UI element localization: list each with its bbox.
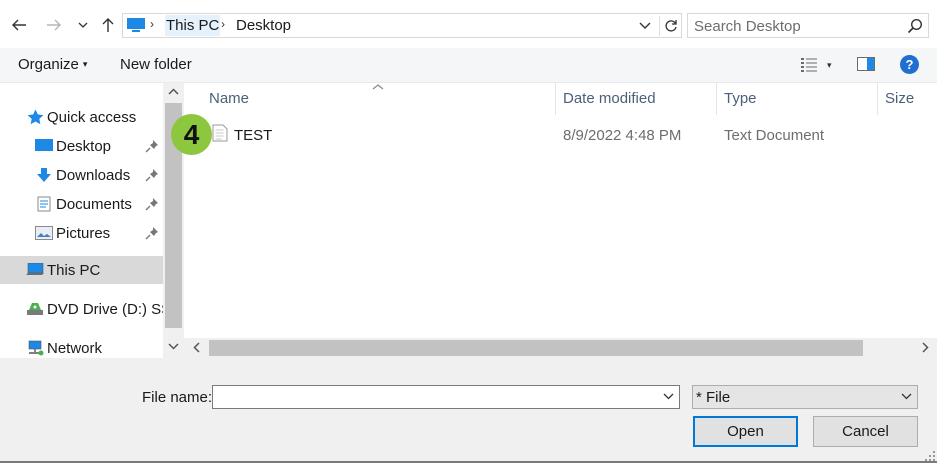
cancel-button[interactable]: Cancel — [813, 416, 918, 447]
column-header-type[interactable]: Type — [716, 83, 877, 115]
column-header-name[interactable]: Name — [201, 83, 555, 115]
computer-icon — [26, 262, 44, 278]
file-dialog-footer: File name: * File Open Cancel — [0, 358, 937, 463]
navigation-pane: Quick access Desktop Downloads Documents… — [0, 83, 184, 358]
nav-desktop[interactable]: Desktop — [35, 132, 163, 160]
preview-pane-icon[interactable] — [857, 57, 875, 72]
refresh-icon — [664, 20, 677, 32]
chevron-down-icon — [78, 22, 88, 28]
breadcrumb-separator: › — [150, 17, 154, 31]
file-name-label: File name: — [142, 389, 213, 406]
scroll-down-icon[interactable] — [168, 342, 179, 350]
breadcrumb-desktop[interactable]: Desktop — [235, 15, 292, 36]
recent-locations-button[interactable] — [72, 13, 94, 37]
nav-this-pc[interactable]: This PC — [0, 256, 163, 284]
dvd-drive-icon — [26, 301, 44, 317]
step-number-badge: 4 — [171, 114, 212, 155]
pin-icon[interactable] — [145, 168, 159, 182]
nav-item-label: Downloads — [56, 166, 131, 184]
details-view-icon — [801, 58, 817, 72]
forward-button[interactable] — [43, 13, 65, 37]
search-box[interactable] — [687, 13, 929, 38]
documents-icon — [35, 196, 53, 212]
pin-icon[interactable] — [145, 139, 159, 153]
up-button[interactable] — [97, 13, 119, 37]
download-icon — [35, 167, 53, 183]
nav-dvd-drive[interactable]: DVD Drive (D:) SSS — [26, 295, 181, 323]
address-row: › This PC › Desktop — [0, 0, 937, 48]
search-input[interactable] — [694, 16, 904, 36]
change-view-button[interactable]: ▾ — [800, 57, 832, 73]
star-icon — [26, 109, 44, 125]
nav-item-label: Pictures — [56, 224, 111, 242]
nav-item-label: Desktop — [56, 137, 112, 155]
search-icon[interactable] — [907, 18, 923, 34]
address-bar[interactable]: › This PC › Desktop — [122, 13, 682, 38]
pin-icon[interactable] — [145, 197, 159, 211]
nav-item-label: Quick access — [47, 108, 137, 126]
address-dropdown-icon[interactable] — [639, 18, 651, 32]
file-row[interactable]: TEST 8/9/2022 4:48 PM Text Document — [204, 121, 924, 149]
column-header-size[interactable]: Size — [877, 83, 937, 115]
help-button[interactable]: ? — [900, 55, 919, 74]
breadcrumb-separator: › — [221, 17, 225, 31]
desktop-icon — [35, 138, 53, 154]
arrow-right-icon — [47, 19, 61, 31]
nav-network[interactable]: Network — [26, 334, 163, 358]
nav-pictures[interactable]: Pictures — [35, 219, 163, 247]
open-button[interactable]: Open — [693, 416, 798, 447]
pictures-icon — [35, 225, 53, 241]
scroll-right-icon[interactable] — [921, 342, 929, 353]
pin-icon[interactable] — [145, 226, 159, 240]
nav-item-label: DVD Drive (D:) SSS — [47, 300, 182, 318]
back-button[interactable] — [8, 13, 30, 37]
file-name-combobox[interactable] — [212, 385, 680, 409]
caret-down-icon: ▾ — [82, 59, 88, 69]
arrow-up-icon — [102, 18, 114, 32]
file-type-selected: * File — [696, 389, 731, 406]
breadcrumb-this-pc[interactable]: This PC — [165, 15, 221, 36]
nav-downloads[interactable]: Downloads — [35, 161, 163, 189]
nav-item-label: Documents — [56, 195, 132, 213]
file-name: TEST — [234, 127, 273, 144]
organize-menu[interactable]: Organize ▾ — [18, 56, 87, 73]
resize-grip-icon[interactable] — [925, 451, 935, 461]
refresh-button[interactable] — [659, 16, 681, 36]
nav-quick-access[interactable]: Quick access — [26, 103, 163, 131]
nav-item-label: This PC — [47, 261, 101, 279]
file-type: Text Document — [724, 127, 825, 144]
scroll-up-icon[interactable] — [168, 88, 179, 96]
toolbar: Organize ▾ New folder ▾ ? — [0, 48, 937, 83]
nav-item-label: Network — [47, 339, 103, 357]
chevron-down-icon[interactable] — [663, 392, 674, 400]
file-date-modified: 8/9/2022 4:48 PM — [563, 127, 682, 144]
caret-down-icon: ▾ — [827, 59, 832, 70]
file-list: Name Date modified Type Size TEST 8/9/20… — [184, 83, 937, 358]
file-type-select[interactable]: * File — [692, 385, 918, 409]
chevron-down-icon — [901, 393, 912, 400]
file-name-input[interactable] — [215, 387, 655, 407]
organize-label: Organize — [18, 56, 79, 73]
network-icon — [26, 340, 44, 356]
nav-documents[interactable]: Documents — [35, 190, 163, 218]
this-pc-icon — [127, 18, 145, 32]
horizontal-scroll-thumb[interactable] — [209, 340, 863, 356]
horizontal-scrollbar[interactable] — [184, 338, 937, 358]
new-folder-button[interactable]: New folder — [120, 56, 192, 73]
scroll-left-icon[interactable] — [193, 342, 201, 353]
text-file-icon — [212, 124, 228, 142]
arrow-left-icon — [12, 19, 26, 31]
column-header-date-modified[interactable]: Date modified — [555, 83, 716, 115]
